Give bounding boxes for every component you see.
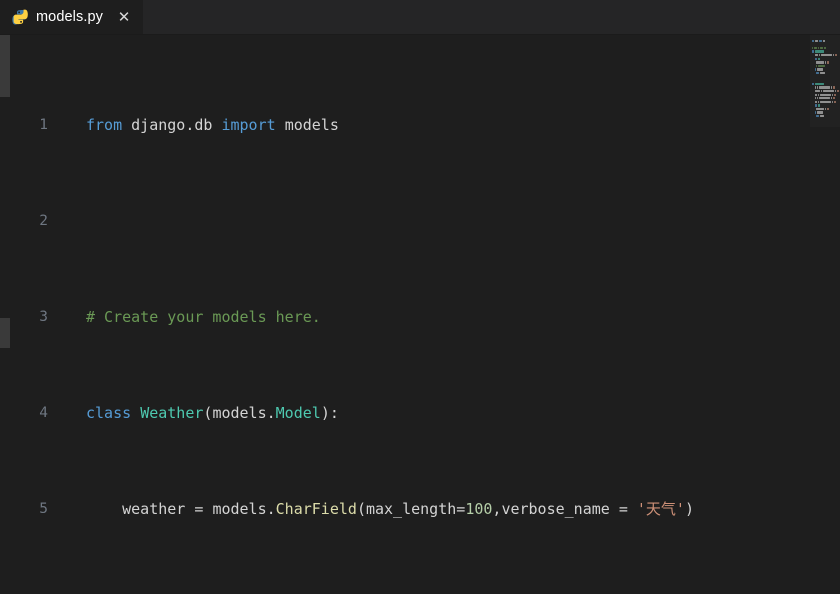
line-number: 2	[0, 209, 48, 233]
code-line[interactable]: 3 # Create your models here.	[0, 305, 840, 329]
python-file-icon	[12, 9, 29, 26]
editor-tab-bar: models.py ✕	[0, 0, 840, 35]
minimap-lines	[810, 35, 840, 118]
line-content: from django.db import models	[48, 113, 339, 137]
minimap[interactable]	[810, 35, 840, 594]
line-number: 4	[0, 401, 48, 425]
code-line[interactable]: 4 class Weather(models.Model):	[0, 401, 840, 425]
line-number: 5	[0, 497, 48, 521]
code-line[interactable]: 1 from django.db import models	[0, 113, 840, 137]
minimap-line	[812, 114, 840, 118]
tab-models-py[interactable]: models.py ✕	[0, 0, 144, 34]
line-number: 3	[0, 305, 48, 329]
line-content: # Create your models here.	[48, 305, 321, 329]
tab-label: models.py	[36, 9, 103, 25]
code-line[interactable]: 2	[0, 209, 840, 233]
line-content: weather = models.CharField(max_length=10…	[48, 497, 694, 521]
line-content: class Weather(models.Model):	[48, 401, 339, 425]
code-editor[interactable]: 1 from django.db import models 2 3 # Cre…	[0, 35, 840, 594]
code-lines-container[interactable]: 1 from django.db import models 2 3 # Cre…	[0, 35, 840, 594]
close-icon[interactable]: ✕	[116, 10, 132, 25]
line-number: 1	[0, 113, 48, 137]
code-line[interactable]: 5 weather = models.CharField(max_length=…	[0, 497, 840, 521]
